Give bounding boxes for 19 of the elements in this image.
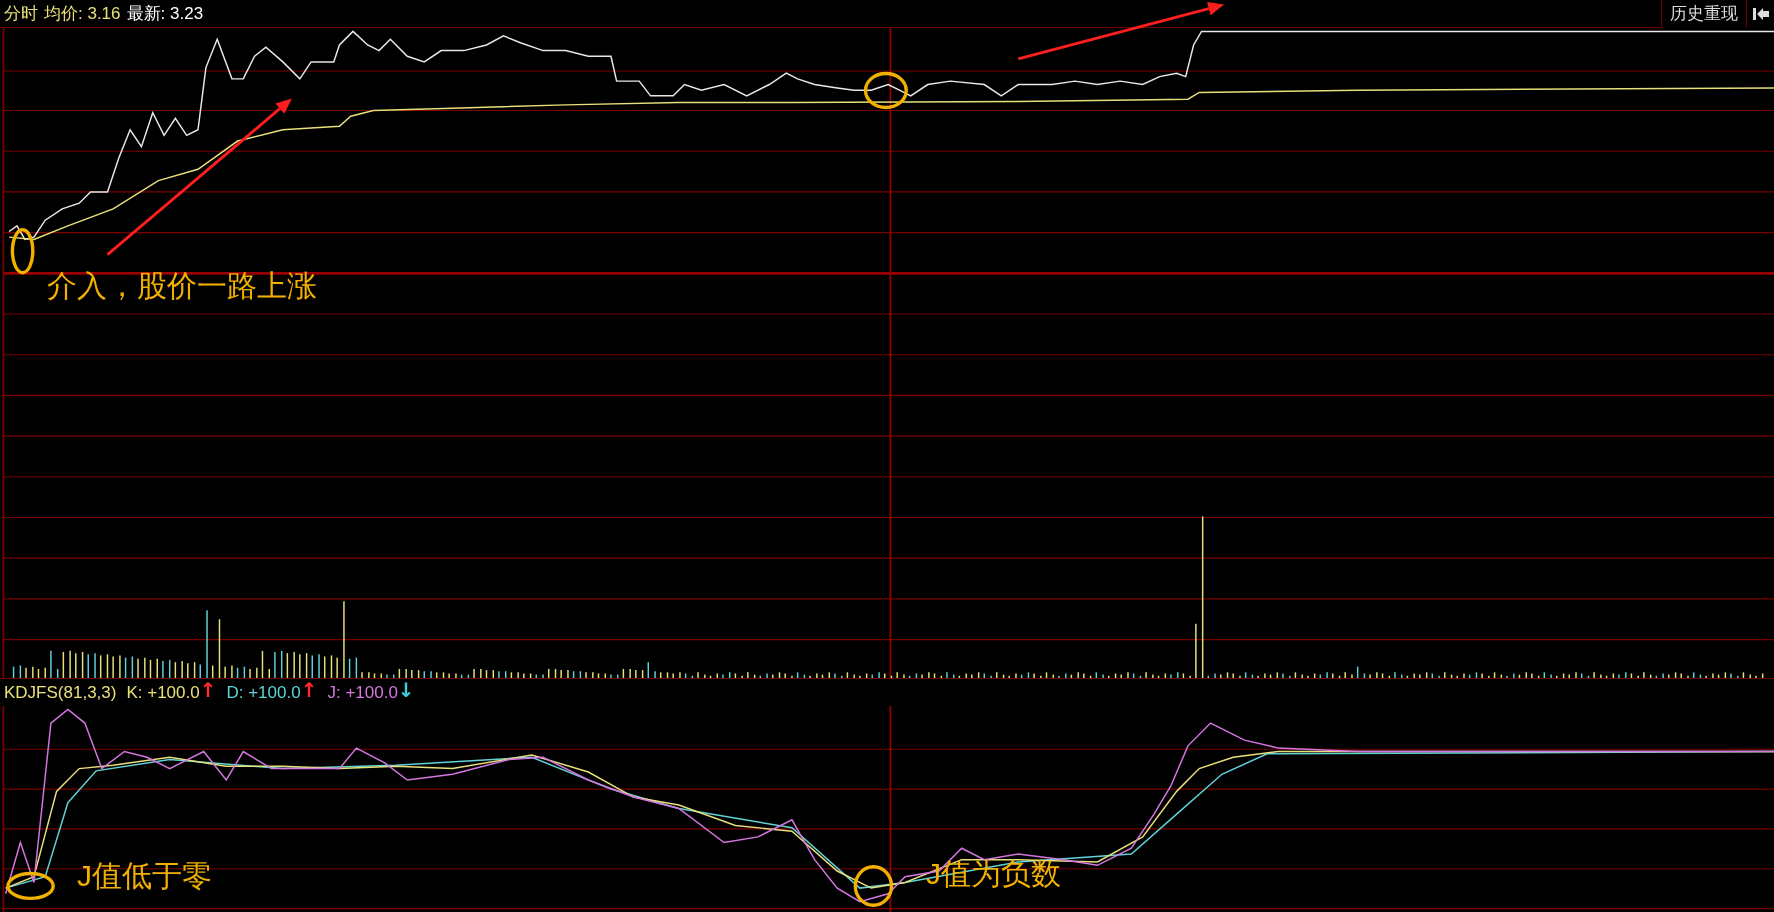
highlight-circle [853,865,894,907]
annotation-text: J值低于零 [77,858,212,894]
highlight-circle [863,71,908,110]
history-replay-button[interactable]: 历史重现 [1661,0,1746,28]
indicator-value: D: +100.0 [226,681,301,704]
annotation-text: 介入，股价一路上涨 [47,268,317,304]
highlight-circle [10,228,35,275]
trend-arrow: ↓ [397,679,415,704]
indicator-value: K: +100.0 [126,681,200,704]
jump-to-start-icon [1751,5,1770,22]
latest-price: 最新: 3.23 [126,2,204,25]
indicator-name: KDJFS(81,3,3) [4,681,117,704]
jump-to-start-button[interactable] [1746,0,1774,28]
average-price: 均价: 3.16 [44,2,121,25]
highlight-circle [6,871,55,901]
chart-mode-label: 分时 [4,2,38,25]
trend-arrow: ↑ [300,679,318,704]
indicator-value: J: +100.0 [327,681,398,704]
trend-arrow: ↑ [199,679,217,704]
